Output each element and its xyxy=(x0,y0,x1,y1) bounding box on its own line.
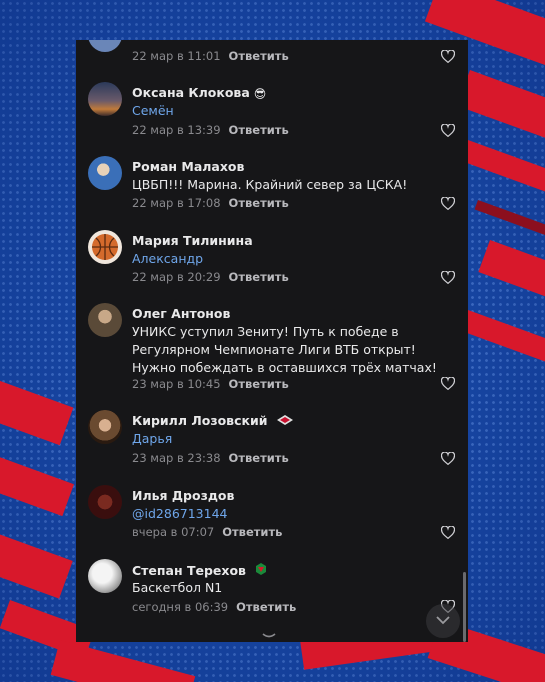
comment-time: сегодня в 06:39 xyxy=(132,600,229,614)
spartak-logo-icon xyxy=(276,414,294,429)
author-name[interactable]: Илья Дроздов xyxy=(132,488,234,503)
comment-time: 22 мар в 11:01 xyxy=(132,49,221,63)
comment-meta: сегодня в 06:39 Ответить xyxy=(132,600,296,614)
comment-meta: 22 мар в 11:01 Ответить xyxy=(132,49,289,63)
loading-indicator xyxy=(262,624,276,642)
mention-link[interactable]: Дарья xyxy=(132,430,462,448)
comment-meta: 22 мар в 13:39 Ответить xyxy=(132,123,289,137)
comment-text: Баскетбол N1 xyxy=(132,580,223,595)
comment-time: 22 мар в 20:29 xyxy=(132,270,221,284)
author-name[interactable]: Степан Терехов xyxy=(132,562,268,579)
comment-meta: вчера в 07:07 Ответить xyxy=(132,525,282,539)
avatar[interactable] xyxy=(88,410,122,444)
avatar[interactable] xyxy=(88,559,122,593)
reply-button[interactable]: Ответить xyxy=(229,377,289,391)
comment-time: 23 мар в 10:45 xyxy=(132,377,221,391)
like-button[interactable] xyxy=(441,526,455,540)
like-button[interactable] xyxy=(441,197,455,211)
chevron-down-icon xyxy=(436,616,450,625)
avatar[interactable] xyxy=(88,156,122,190)
reply-button[interactable]: Ответить xyxy=(229,270,289,284)
author-name[interactable]: Мария Тилинина xyxy=(132,233,253,248)
comment-meta: 22 мар в 17:08 Ответить xyxy=(132,196,289,210)
heart-outline-icon xyxy=(441,271,455,284)
mention-link[interactable]: Александр xyxy=(132,250,462,268)
reply-button[interactable]: Ответить xyxy=(222,525,282,539)
lokomotiv-logo-icon xyxy=(254,562,268,579)
comment-text: УНИКС уступил Зениту! Путь к победе в Ре… xyxy=(132,324,437,375)
heart-outline-icon xyxy=(441,526,455,539)
avatar[interactable] xyxy=(88,82,122,116)
reply-button[interactable]: Ответить xyxy=(229,451,289,465)
mention-link[interactable]: Семён xyxy=(132,102,462,120)
author-name[interactable]: Олег Антонов xyxy=(132,306,230,321)
reply-button[interactable]: Ответить xyxy=(229,123,289,137)
heart-outline-icon xyxy=(441,50,455,63)
comment-text: ЦВБП!!! Марина. Крайний север за ЦСКА! xyxy=(132,177,408,192)
avatar[interactable] xyxy=(88,485,122,519)
sunglasses-emoji-icon: 😎 xyxy=(253,87,267,101)
avatar[interactable] xyxy=(88,40,122,52)
comments-panel: 22 мар в 11:01 Ответить Оксана Клокова 😎 С… xyxy=(76,40,468,642)
comment-time: 23 мар в 23:38 xyxy=(132,451,221,465)
comment-time: 22 мар в 17:08 xyxy=(132,196,221,210)
author-name[interactable]: Роман Малахов xyxy=(132,159,244,174)
comment-time: вчера в 07:07 xyxy=(132,525,215,539)
avatar[interactable] xyxy=(88,303,122,337)
heart-outline-icon xyxy=(441,197,455,210)
reply-button[interactable]: Ответить xyxy=(229,196,289,210)
reply-button[interactable]: Ответить xyxy=(236,600,296,614)
comment-meta: 22 мар в 20:29 Ответить xyxy=(132,270,289,284)
like-button[interactable] xyxy=(441,124,455,138)
heart-outline-icon xyxy=(441,452,455,465)
heart-outline-icon xyxy=(441,124,455,137)
like-button[interactable] xyxy=(441,377,455,391)
comment-time: 22 мар в 13:39 xyxy=(132,123,221,137)
basketball-icon xyxy=(92,234,118,260)
author-name[interactable]: Кирилл Лозовский xyxy=(132,413,294,429)
heart-outline-icon xyxy=(441,377,455,390)
scroll-down-button[interactable] xyxy=(426,604,460,638)
avatar[interactable] xyxy=(88,230,122,264)
scrollbar[interactable] xyxy=(463,572,466,642)
mention-link[interactable]: @id286713144 xyxy=(132,505,462,523)
like-button[interactable] xyxy=(441,452,455,466)
comment-meta: 23 мар в 10:45 Ответить xyxy=(132,377,289,391)
like-button[interactable] xyxy=(441,271,455,285)
like-button[interactable] xyxy=(441,50,455,64)
comment-meta: 23 мар в 23:38 Ответить xyxy=(132,451,289,465)
author-name[interactable]: Оксана Клокова 😎 xyxy=(132,85,266,101)
reply-button[interactable]: Ответить xyxy=(229,49,289,63)
